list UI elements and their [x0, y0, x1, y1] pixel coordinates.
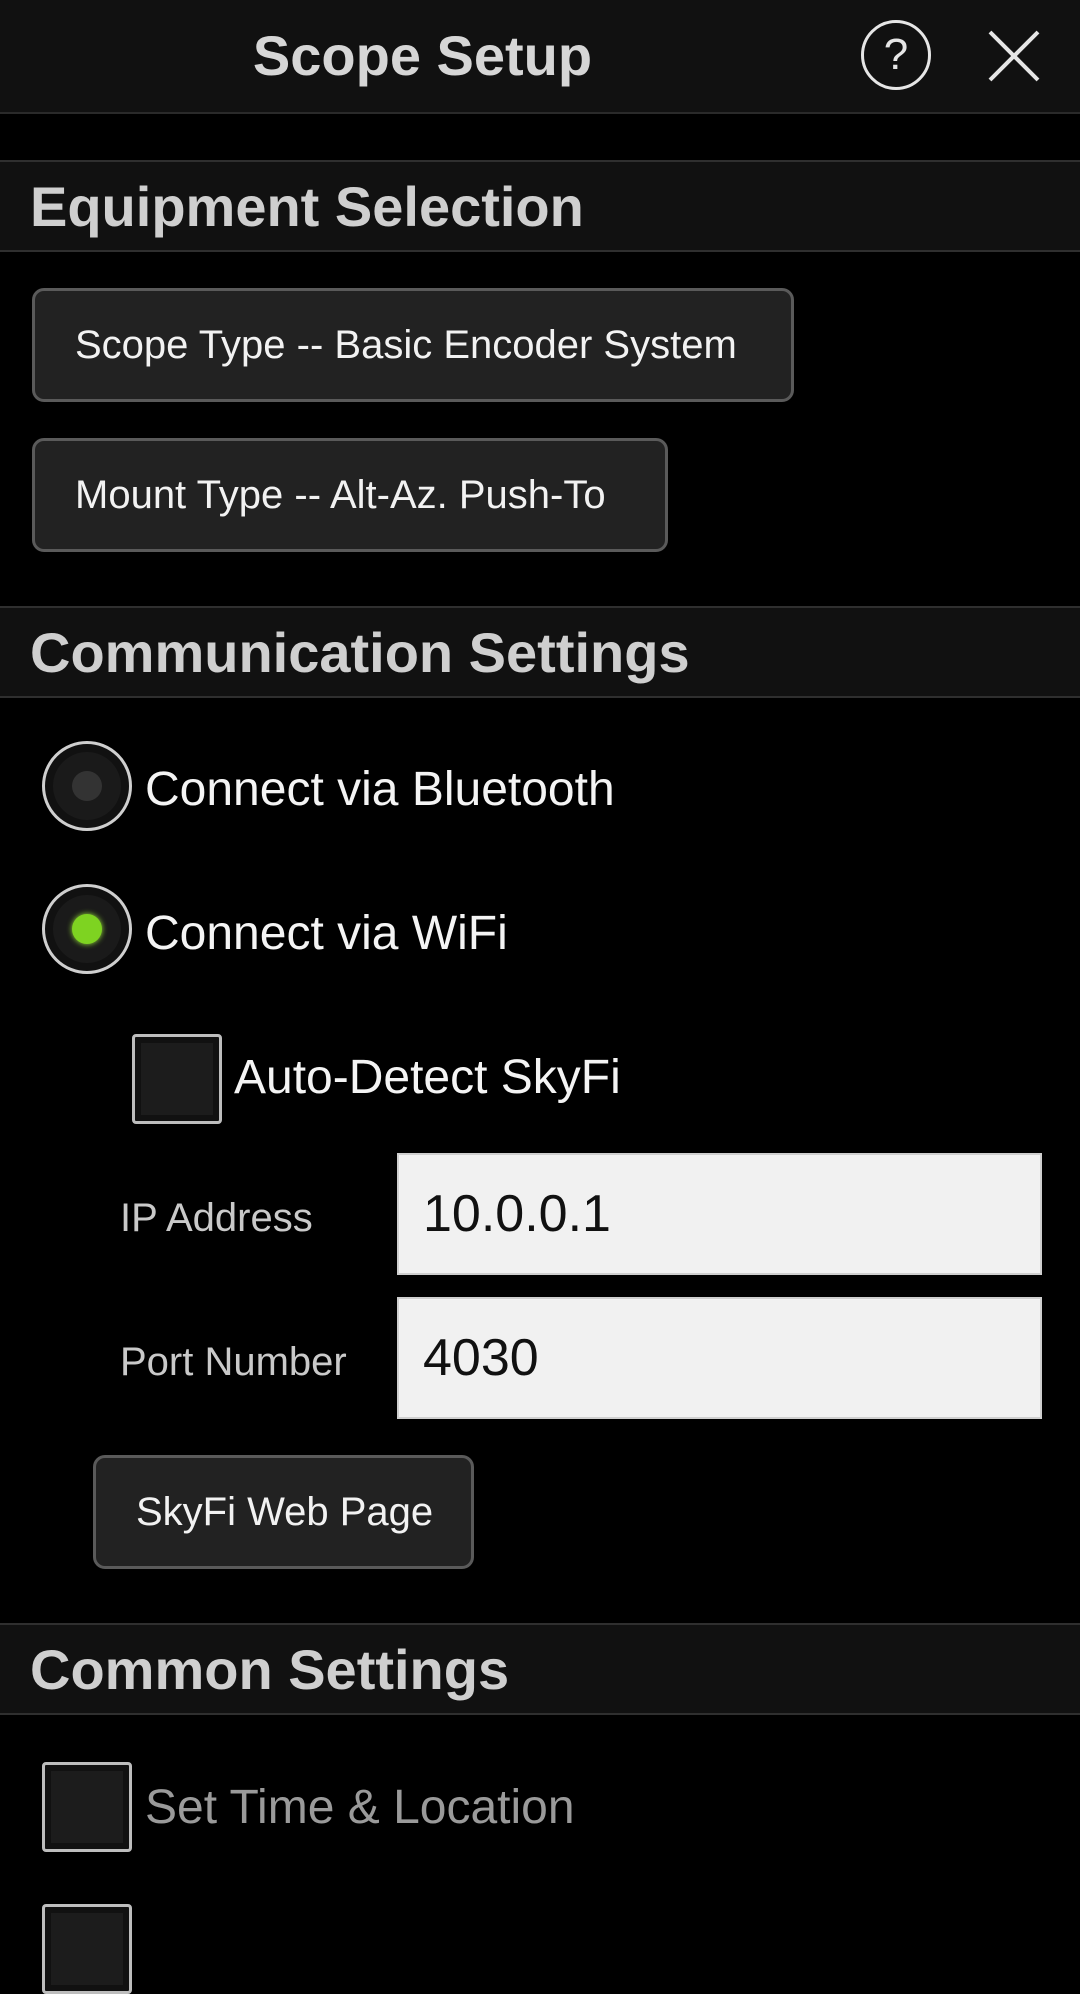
wifi-radio-label[interactable]: Connect via WiFi — [145, 906, 508, 961]
close-x-icon — [988, 30, 1040, 82]
radio-dot — [72, 914, 102, 944]
port-number-input[interactable]: 4030 — [397, 1297, 1042, 1419]
question-circle-icon: ? — [883, 30, 909, 79]
ip-address-label: IP Address — [120, 1196, 313, 1240]
section-header-common: Common Settings — [0, 1623, 1080, 1715]
mount-type-button-label: Mount Type -- Alt-Az. Push-To — [75, 472, 606, 517]
bluetooth-radio-label[interactable]: Connect via Bluetooth — [145, 762, 615, 817]
section-header-equipment: Equipment Selection — [0, 160, 1080, 252]
mount-type-button[interactable]: Mount Type -- Alt-Az. Push-To — [32, 438, 668, 552]
top-bar: Scope Setup ? — [0, 0, 1080, 114]
help-button[interactable]: ? — [861, 20, 931, 90]
set-time-location-label[interactable]: Set Time & Location — [145, 1780, 575, 1835]
section-title-communication: Communication Settings — [30, 621, 690, 684]
ip-address-input[interactable]: 10.0.0.1 — [397, 1153, 1042, 1275]
auto-detect-checkbox[interactable] — [132, 1034, 222, 1124]
page-title: Scope Setup — [252, 24, 593, 87]
set-time-location-checkbox[interactable] — [42, 1762, 132, 1852]
scope-type-button[interactable]: Scope Type -- Basic Encoder System — [32, 288, 794, 402]
section-title-equipment: Equipment Selection — [30, 175, 584, 238]
next-setting-checkbox[interactable] — [42, 1904, 132, 1994]
port-number-label: Port Number — [120, 1340, 347, 1384]
skyfi-web-page-button[interactable]: SkyFi Web Page — [93, 1455, 474, 1569]
wifi-radio[interactable] — [42, 884, 132, 974]
section-title-common: Common Settings — [30, 1638, 510, 1701]
radio-dot — [72, 771, 102, 801]
scope-type-button-label: Scope Type -- Basic Encoder System — [75, 322, 737, 367]
auto-detect-label[interactable]: Auto-Detect SkyFi — [234, 1050, 621, 1105]
section-header-communication: Communication Settings — [0, 606, 1080, 698]
bluetooth-radio[interactable] — [42, 741, 132, 831]
spacer-bar — [0, 114, 1080, 160]
skyfi-web-page-button-label: SkyFi Web Page — [136, 1489, 434, 1534]
close-button[interactable] — [986, 28, 1042, 84]
